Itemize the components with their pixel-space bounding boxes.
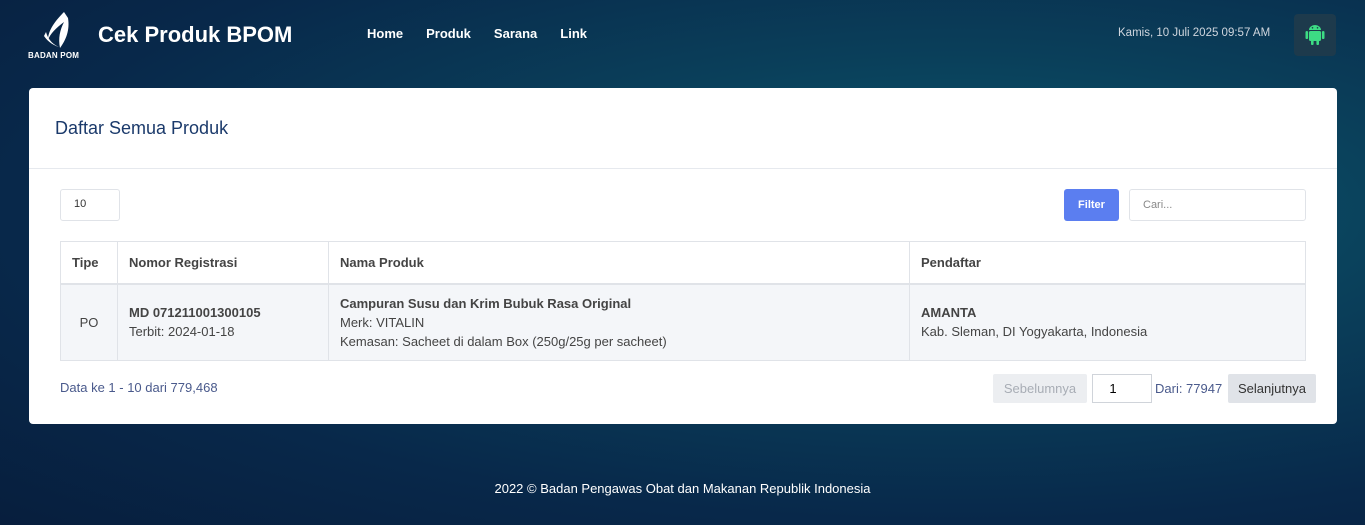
next-page-button[interactable]: Selanjutnya bbox=[1228, 374, 1316, 403]
filter-button[interactable]: Filter bbox=[1064, 189, 1119, 221]
column-header-nomor-registrasi[interactable]: Nomor Registrasi bbox=[117, 241, 329, 285]
table-row[interactable]: PO MD 071211001300105 Terbit: 2024-01-18… bbox=[60, 283, 1306, 361]
logo-text: BADAN POM bbox=[28, 51, 80, 60]
cell-pendaftar: AMANTA Kab. Sleman, DI Yogyakarta, Indon… bbox=[909, 283, 1306, 361]
total-pages: Dari: 77947 bbox=[1155, 381, 1223, 396]
previous-page-button[interactable]: Sebelumnya bbox=[993, 374, 1087, 403]
page-length-select[interactable]: 10 bbox=[60, 189, 120, 221]
table-info: Data ke 1 - 10 dari 779,468 bbox=[60, 380, 218, 395]
product-brand: Merk: VITALIN bbox=[340, 314, 425, 330]
cell-nomor-registrasi: MD 071211001300105 Terbit: 2024-01-18 bbox=[117, 283, 329, 361]
search-input[interactable] bbox=[1129, 189, 1306, 221]
registrant-name: AMANTA bbox=[921, 305, 977, 321]
product-list-card: Daftar Semua Produk 10 Filter Tipe Nomor… bbox=[29, 88, 1337, 424]
registration-number: MD 071211001300105 bbox=[129, 305, 261, 321]
top-navbar: BADAN POM Cek Produk BPOM Home Produk Sa… bbox=[0, 0, 1365, 72]
bpom-logo-icon bbox=[44, 12, 69, 48]
nav-link[interactable]: Link bbox=[560, 26, 587, 41]
issue-date: Terbit: 2024-01-18 bbox=[129, 324, 235, 340]
nav-home[interactable]: Home bbox=[367, 26, 403, 41]
page-number-input[interactable] bbox=[1092, 374, 1152, 403]
product-table: Tipe Nomor Registrasi Nama Produk Pendaf… bbox=[60, 241, 1306, 361]
site-title[interactable]: Cek Produk BPOM bbox=[98, 22, 292, 48]
android-app-button[interactable] bbox=[1294, 14, 1336, 56]
card-header: Daftar Semua Produk bbox=[29, 88, 1337, 169]
product-name: Campuran Susu dan Krim Bubuk Rasa Origin… bbox=[340, 295, 632, 311]
column-header-nama-produk[interactable]: Nama Produk bbox=[328, 241, 910, 285]
nav-produk[interactable]: Produk bbox=[426, 26, 471, 41]
product-packaging: Kemasan: Sacheet di dalam Box (250g/25g … bbox=[340, 333, 667, 349]
main-nav: Home Produk Sarana Link bbox=[367, 26, 610, 41]
column-header-tipe[interactable]: Tipe bbox=[60, 241, 118, 285]
cell-tipe: PO bbox=[60, 283, 118, 361]
cell-nama-produk: Campuran Susu dan Krim Bubuk Rasa Origin… bbox=[328, 283, 910, 361]
page-title: Daftar Semua Produk bbox=[55, 118, 229, 138]
android-icon bbox=[1305, 25, 1325, 45]
bpom-logo[interactable]: BADAN POM bbox=[28, 10, 86, 62]
registrant-location: Kab. Sleman, DI Yogyakarta, Indonesia bbox=[921, 324, 1148, 340]
column-header-pendaftar[interactable]: Pendaftar bbox=[909, 241, 1306, 285]
footer-copyright: 2022 © Badan Pengawas Obat dan Makanan R… bbox=[494, 481, 871, 496]
nav-sarana[interactable]: Sarana bbox=[494, 26, 537, 41]
current-datetime: Kamis, 10 Juli 2025 09:57 AM bbox=[1118, 27, 1271, 39]
table-header-row: Tipe Nomor Registrasi Nama Produk Pendaf… bbox=[60, 241, 1306, 285]
